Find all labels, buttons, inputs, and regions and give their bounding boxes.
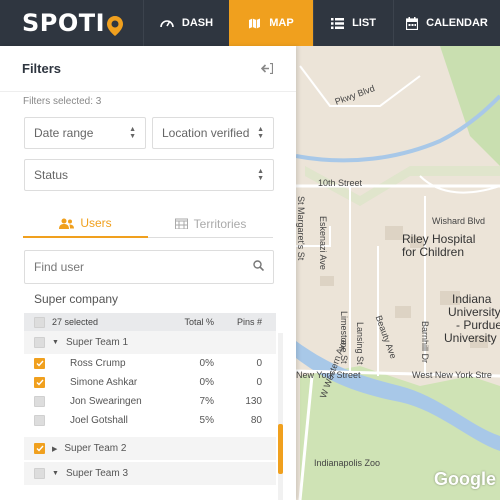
map-label-new-york-2: West New York Stre bbox=[412, 370, 492, 380]
team-row-2[interactable]: ▶ Super Team 2 bbox=[24, 437, 276, 460]
find-user-search bbox=[24, 250, 274, 284]
tab-users-label: Users bbox=[80, 216, 112, 230]
sort-arrows-icon: ▲ ▼ bbox=[257, 126, 264, 140]
team-name: Super Team 2 bbox=[64, 443, 127, 454]
tab-territories-label: Territories bbox=[193, 216, 247, 231]
team-checkbox[interactable] bbox=[34, 337, 45, 348]
member-row[interactable]: Simone Ashkar 0% 0 bbox=[24, 373, 276, 392]
member-total: 7% bbox=[199, 396, 214, 407]
nav-calendar[interactable]: CALENDAR bbox=[393, 0, 500, 46]
logo-text: SPOTI bbox=[22, 9, 106, 37]
logo-pin-icon bbox=[106, 15, 124, 37]
member-name: Simone Ashkar bbox=[70, 377, 138, 388]
nav-dash[interactable]: DASH bbox=[143, 0, 229, 46]
filter-tabs: Users Territories bbox=[23, 210, 273, 238]
territories-building-icon bbox=[174, 218, 188, 229]
nav-list-label: LIST bbox=[352, 17, 376, 29]
scrollbar-thumb[interactable] bbox=[278, 424, 283, 474]
member-total: 0% bbox=[199, 377, 214, 388]
map-label-eskenazi: Eskenazi Ave bbox=[318, 216, 328, 270]
date-range-select[interactable]: Date range ▲ ▼ bbox=[24, 117, 146, 149]
date-range-label: Date range bbox=[34, 126, 94, 140]
company-name: Super company bbox=[34, 292, 119, 306]
column-total[interactable]: Total % bbox=[178, 317, 214, 327]
calendar-icon bbox=[406, 16, 419, 30]
team-name: Super Team 1 bbox=[65, 337, 129, 348]
map-label-10th: 10th Street bbox=[318, 178, 363, 188]
member-name: Ross Crump bbox=[70, 358, 126, 369]
collapse-panel-icon[interactable] bbox=[260, 62, 274, 76]
member-checkbox[interactable] bbox=[34, 396, 45, 407]
team-checkbox[interactable] bbox=[34, 468, 45, 479]
member-total: 5% bbox=[199, 415, 214, 426]
find-user-input[interactable] bbox=[34, 260, 234, 274]
member-checkbox[interactable] bbox=[34, 415, 45, 426]
map-label-riley-2: for Children bbox=[402, 245, 465, 259]
panel-title: Filters bbox=[22, 61, 62, 76]
member-pins: 80 bbox=[250, 415, 262, 426]
sort-arrows-icon: ▲ ▼ bbox=[129, 126, 136, 140]
member-total: 0% bbox=[199, 358, 214, 369]
map-icon bbox=[248, 17, 261, 30]
tab-territories[interactable]: Territories bbox=[148, 210, 273, 238]
nav-map-label: MAP bbox=[269, 17, 294, 29]
map-label-riley-1: Riley Hospital bbox=[402, 232, 476, 246]
nav-calendar-label: CALENDAR bbox=[426, 17, 488, 29]
member-row[interactable]: Ross Crump 0% 0 bbox=[24, 354, 276, 373]
sort-arrows-icon: ▲ ▼ bbox=[257, 168, 264, 182]
status-select[interactable]: Status ▲ ▼ bbox=[24, 159, 274, 191]
team-checkbox-checked[interactable] bbox=[34, 443, 45, 454]
member-row[interactable]: Joel Gotshall 5% 80 bbox=[24, 411, 276, 430]
dashboard-gauge-icon bbox=[160, 17, 174, 29]
selected-count-label: 27 selected bbox=[52, 317, 99, 327]
caret-right-icon[interactable]: ▶ bbox=[52, 445, 57, 453]
app-logo[interactable]: SPOTI bbox=[0, 0, 143, 46]
table-header: 27 selected Total % Pins # bbox=[24, 313, 276, 331]
map-label-wishard: Wishard Blvd bbox=[432, 216, 486, 226]
member-row[interactable]: Jon Swearingen 7% 130 bbox=[24, 392, 276, 411]
caret-down-icon[interactable]: ▼ bbox=[52, 339, 59, 346]
scrollbar-track[interactable] bbox=[278, 333, 283, 500]
users-table: 27 selected Total % Pins # ▼ Super Team … bbox=[24, 313, 276, 485]
map-label-margarets: St Margaret's St bbox=[296, 196, 306, 261]
member-name: Joel Gotshall bbox=[70, 415, 128, 426]
status-label: Status bbox=[34, 168, 69, 182]
list-icon bbox=[331, 17, 345, 29]
team-row-1[interactable]: ▼ Super Team 1 bbox=[24, 331, 276, 354]
column-pins[interactable]: Pins # bbox=[228, 317, 262, 327]
member-pins: 0 bbox=[256, 377, 262, 388]
map-label-indiana-1: Indiana bbox=[452, 292, 492, 306]
member-pins: 130 bbox=[245, 396, 262, 407]
nav-list[interactable]: LIST bbox=[313, 0, 393, 46]
map-label-indiana-3: - Purdue bbox=[456, 318, 500, 332]
team-row-3[interactable]: ▼ Super Team 3 bbox=[24, 462, 276, 485]
google-logo: Google bbox=[434, 469, 496, 489]
panel-header: Filters bbox=[0, 46, 296, 92]
users-icon bbox=[59, 218, 75, 229]
search-icon[interactable] bbox=[253, 260, 265, 274]
member-name: Jon Swearingen bbox=[70, 396, 142, 407]
tab-users[interactable]: Users bbox=[23, 210, 148, 238]
filters-panel: Filters Filters selected: 3 Date range ▲… bbox=[0, 46, 296, 500]
filters-selected-count: Filters selected: 3 bbox=[23, 96, 102, 107]
top-navigation: SPOTI DASH MAP LIST CALENDAR bbox=[0, 0, 500, 46]
map-label-indiana-2: University bbox=[448, 305, 500, 319]
member-checkbox-checked[interactable] bbox=[34, 358, 45, 369]
map-label-lansing: Lansing St bbox=[355, 322, 365, 365]
location-verified-select[interactable]: Location verified ▲ ▼ bbox=[152, 117, 274, 149]
team-name: Super Team 3 bbox=[65, 468, 129, 479]
map-label-barnhill: Barnhill Dr bbox=[420, 321, 430, 364]
location-verified-label: Location verified bbox=[162, 126, 250, 140]
map-label-zoo: Indianapolis Zoo bbox=[314, 458, 381, 468]
member-pins: 0 bbox=[256, 358, 262, 369]
nav-dash-label: DASH bbox=[181, 17, 214, 29]
member-checkbox-checked[interactable] bbox=[34, 377, 45, 388]
caret-down-icon[interactable]: ▼ bbox=[52, 470, 59, 477]
select-all-checkbox[interactable] bbox=[34, 316, 45, 328]
map-label-indiana-4: University bbox=[444, 331, 497, 345]
nav-map[interactable]: MAP bbox=[229, 0, 313, 46]
